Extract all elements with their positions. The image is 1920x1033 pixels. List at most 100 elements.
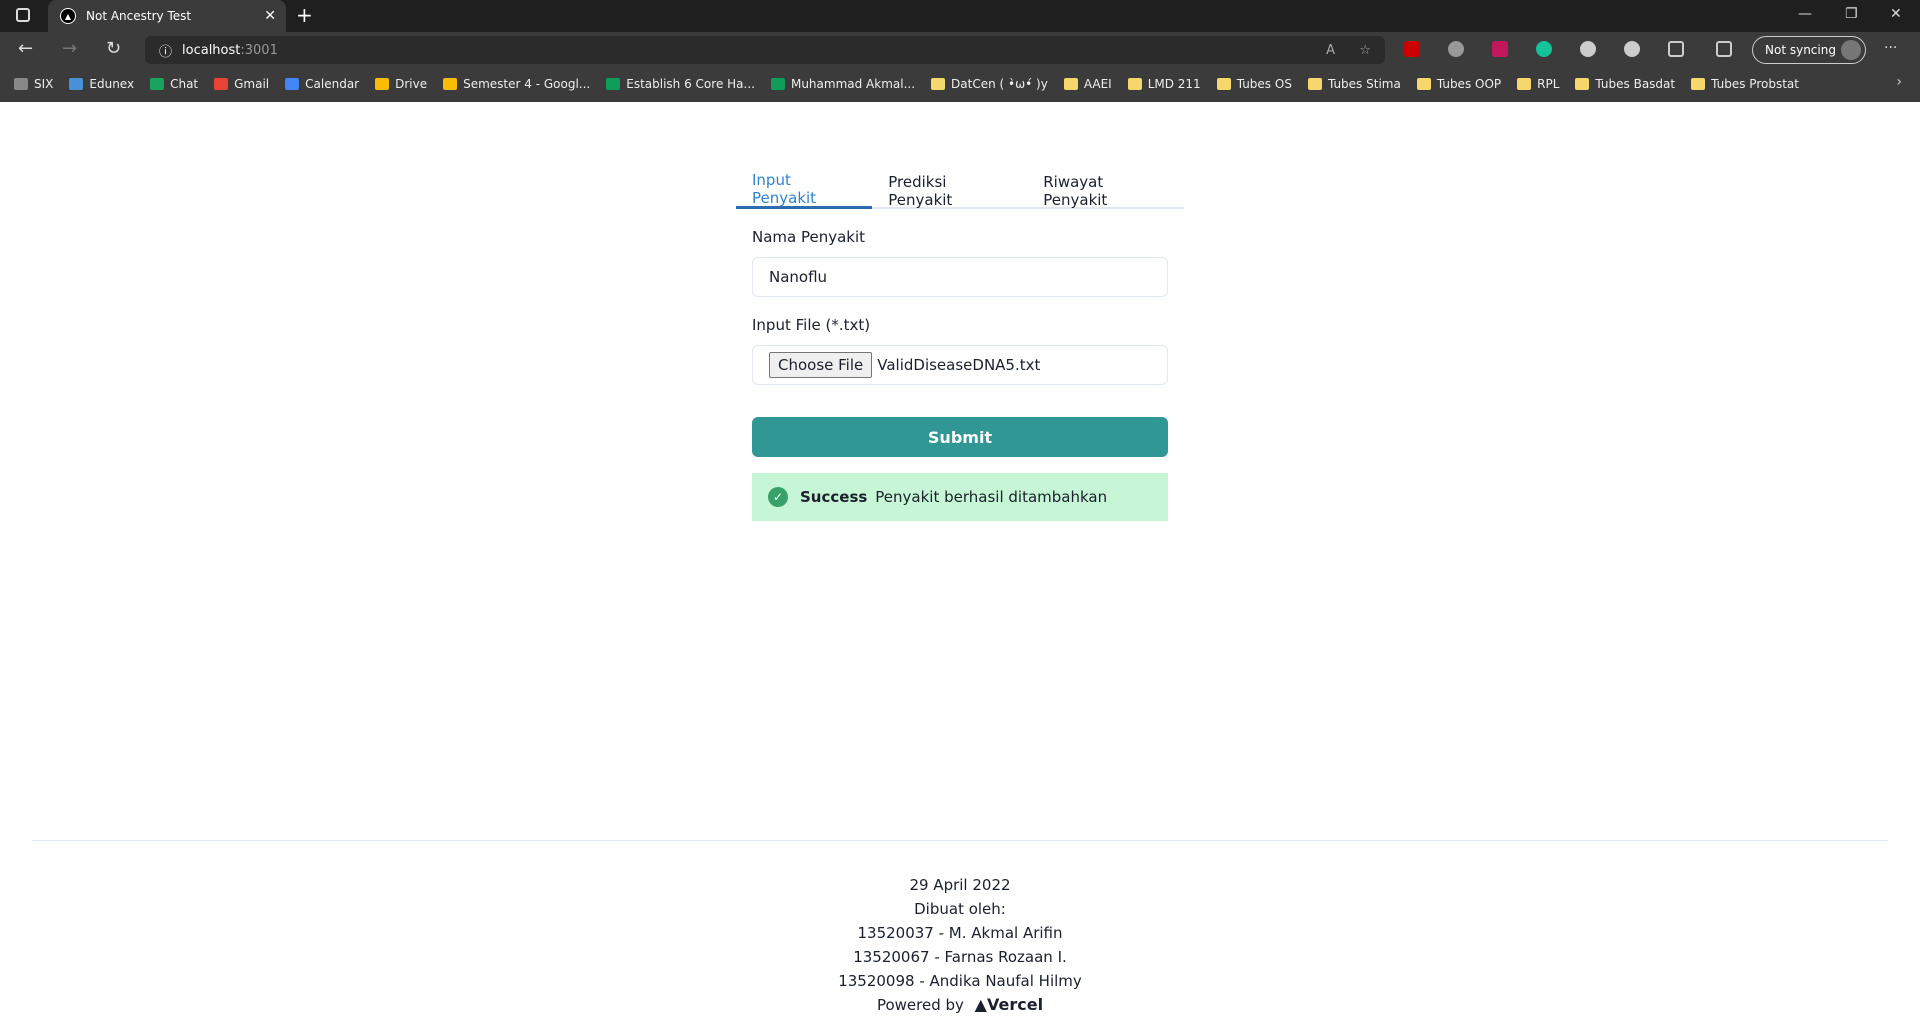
read-aloud-icon[interactable]: A — [1326, 43, 1335, 58]
bookmark-label: Tubes OS — [1236, 77, 1292, 91]
bookmark-item[interactable]: SIX — [14, 77, 53, 91]
bookmark-item[interactable]: Edunex — [69, 77, 134, 91]
bookmark-label: Establish 6 Core Ha... — [626, 77, 755, 91]
grammarly-icon[interactable] — [1536, 41, 1552, 57]
bookmark-item[interactable]: Tubes Stima — [1307, 77, 1401, 91]
browser-toolbar: ← → ↻ ⓘ localhost:3001 A ☆ Not syncing ·… — [0, 32, 1920, 66]
bookmark-label: Semester 4 - Googl... — [463, 77, 591, 91]
sidebar-toggle-icon[interactable] — [16, 8, 30, 22]
file-input[interactable]: Choose File ValidDiseaseDNA5.txt — [752, 345, 1168, 385]
bookmark-item[interactable]: DatCen ( •̀ω•́ )y — [931, 77, 1048, 91]
bookmark-item[interactable]: LMD 211 — [1127, 77, 1201, 91]
forward-icon[interactable]: → — [62, 38, 77, 59]
bookmark-label: RPL — [1537, 77, 1560, 91]
bookmark-favicon-icon — [69, 78, 84, 90]
tab-input-penyakit[interactable]: Input Penyakit — [736, 171, 873, 209]
powered-by[interactable]: Powered by ▲Vercel — [0, 993, 1920, 1017]
choose-file-button[interactable]: Choose File — [769, 352, 873, 378]
bookmark-label: Chat — [170, 77, 199, 91]
bookmark-label: Edunex — [89, 77, 135, 91]
nama-penyakit-value: Nanoflu — [769, 268, 828, 286]
bookmark-favicon-icon — [443, 78, 458, 90]
info-icon[interactable]: ⓘ — [159, 41, 172, 60]
bookmark-item[interactable]: Establish 6 Core Ha... — [606, 77, 755, 91]
extension-icon[interactable] — [1404, 41, 1420, 57]
bookmark-label: Drive — [395, 77, 428, 91]
shield-extension-icon[interactable] — [1448, 41, 1464, 57]
close-window-icon[interactable]: ✕ — [1890, 6, 1902, 22]
bookmark-item[interactable]: Drive — [375, 77, 427, 91]
bookmark-item[interactable]: Tubes OS — [1216, 77, 1292, 91]
extension-icon[interactable] — [1492, 41, 1508, 57]
tab-riwayat-penyakit[interactable]: Riwayat Penyakit — [1027, 172, 1184, 209]
bookmark-item[interactable]: Muhammad Akmal... — [770, 77, 916, 91]
collections-icon[interactable] — [1716, 41, 1732, 57]
footer: 29 April 2022 Dibuat oleh: 13520037 - M.… — [0, 873, 1920, 1017]
reload-icon[interactable]: ↻ — [106, 38, 121, 59]
folder-icon — [1216, 78, 1231, 90]
vercel-label: Vercel — [986, 995, 1044, 1014]
vercel-logo[interactable]: ▲Vercel — [975, 995, 1043, 1014]
folder-icon — [1691, 78, 1706, 90]
bookmark-favicon-icon — [375, 78, 390, 90]
more-icon[interactable]: ··· — [1884, 40, 1897, 56]
bookmark-item[interactable]: Chat — [150, 77, 198, 91]
footer-author: 13520098 - Andika Naufal Hilmy — [838, 972, 1082, 990]
file-name: ValidDiseaseDNA5.txt — [877, 356, 1041, 374]
avatar — [1841, 40, 1861, 60]
extension-icon[interactable] — [1624, 41, 1640, 57]
bookmark-item[interactable]: Tubes Probstat — [1691, 77, 1799, 91]
bookmark-favicon-icon — [606, 78, 621, 90]
tab-prediksi-penyakit[interactable]: Prediksi Penyakit — [872, 172, 1027, 209]
bookmark-favicon-icon — [770, 78, 785, 90]
close-tab-icon[interactable]: ✕ — [264, 8, 276, 24]
folder-icon — [1307, 78, 1322, 90]
bookmark-item[interactable]: Tubes Basdat — [1575, 77, 1675, 91]
profile-sync-button[interactable]: Not syncing — [1752, 36, 1866, 64]
page-tabs: Input Penyakit Prediksi Penyakit Riwayat… — [736, 171, 1184, 209]
address-bar[interactable]: ⓘ localhost:3001 A ☆ — [145, 36, 1385, 64]
bookmark-label: SIX — [34, 77, 54, 91]
browser-tab-strip: ▲ Not Ancestry Test ✕ + — ❐ ✕ — [0, 0, 1920, 32]
tab-title: Not Ancestry Test — [86, 9, 192, 23]
folder-icon — [1127, 78, 1142, 90]
bookmark-item[interactable]: AAEI — [1063, 77, 1112, 91]
bookmark-item[interactable]: Gmail — [214, 77, 269, 91]
bookmark-label: LMD 211 — [1147, 77, 1201, 91]
footer-divider — [32, 840, 1888, 841]
bookmark-label: Muhammad Akmal... — [790, 77, 916, 91]
bookmark-label: Tubes Basdat — [1595, 77, 1676, 91]
bookmark-label: Tubes Stima — [1327, 77, 1401, 91]
bookmark-label: Tubes OOP — [1436, 77, 1502, 91]
folder-icon — [1416, 78, 1431, 90]
check-circle-icon: ✓ — [768, 487, 788, 507]
folder-icon — [1063, 78, 1078, 90]
footer-author: 13520067 - Farnas Rozaan I. — [853, 948, 1067, 966]
nama-penyakit-label: Nama Penyakit — [752, 228, 866, 246]
chevron-right-icon[interactable]: › — [1896, 74, 1902, 90]
extension-icon[interactable] — [1580, 41, 1596, 57]
bookmark-item[interactable]: RPL — [1517, 77, 1559, 91]
folder-icon — [1575, 78, 1590, 90]
minimize-icon[interactable]: — — [1798, 6, 1812, 22]
restore-icon[interactable]: ❐ — [1845, 6, 1858, 22]
browser-tab[interactable]: ▲ Not Ancestry Test ✕ — [48, 0, 286, 32]
folder-icon — [1517, 78, 1532, 90]
bookmark-item[interactable]: Calendar — [285, 77, 359, 91]
alert-title: Success — [800, 488, 868, 506]
bookmark-label: Gmail — [234, 77, 270, 91]
folder-icon — [931, 78, 946, 90]
success-alert: ✓ Success Penyakit berhasil ditambahkan — [752, 473, 1168, 521]
bookmark-item[interactable]: Semester 4 - Googl... — [443, 77, 590, 91]
favorite-icon[interactable]: ☆ — [1359, 43, 1371, 58]
new-tab-icon[interactable]: + — [296, 3, 313, 27]
nama-penyakit-input[interactable]: Nanoflu — [752, 257, 1168, 297]
back-icon[interactable]: ← — [18, 38, 33, 59]
url-port: :3001 — [240, 42, 278, 58]
bookmark-item[interactable]: Tubes OOP — [1416, 77, 1502, 91]
bookmark-label: DatCen ( •̀ω•́ )y — [951, 77, 1048, 91]
submit-button[interactable]: Submit — [752, 417, 1168, 457]
extensions-puzzle-icon[interactable] — [1668, 41, 1684, 57]
bookmark-label: AAEI — [1083, 77, 1112, 91]
bookmark-label: Calendar — [305, 77, 360, 91]
